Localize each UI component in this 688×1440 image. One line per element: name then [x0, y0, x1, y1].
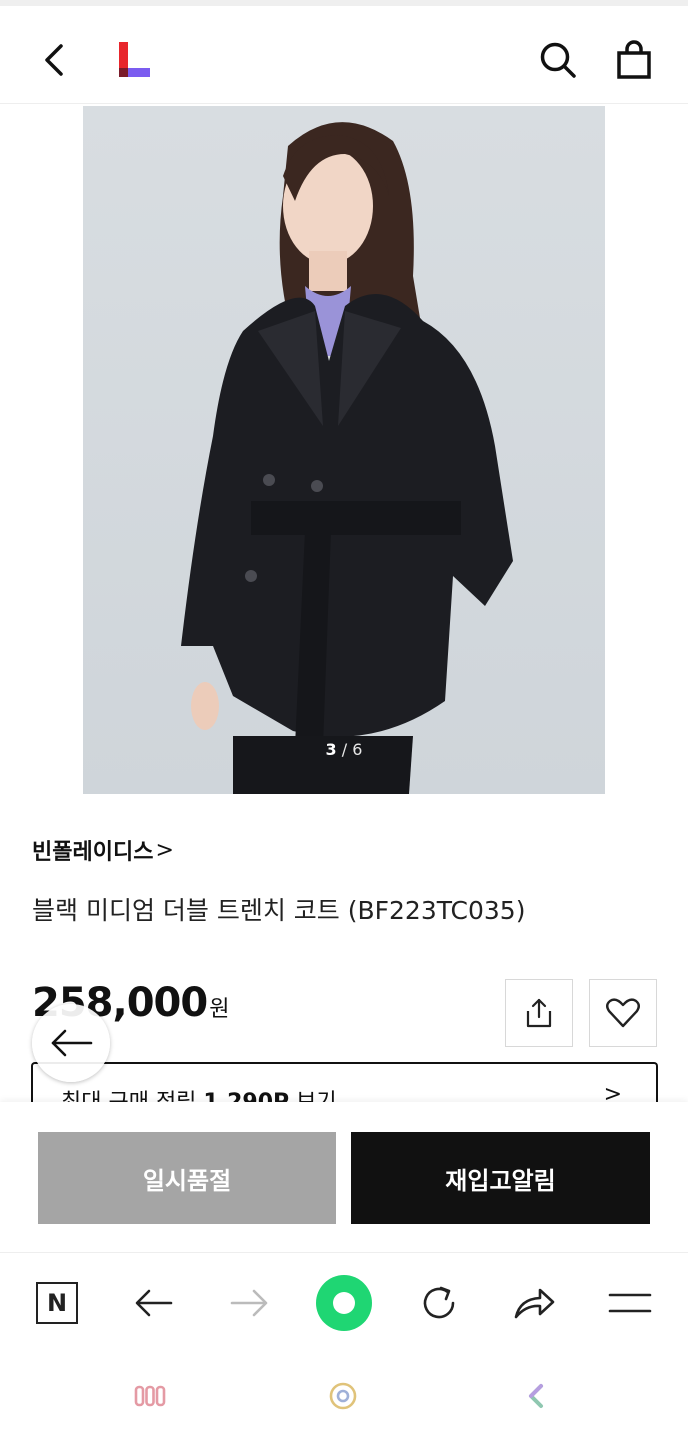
brand-logo[interactable] — [116, 40, 152, 80]
recent-apps-icon — [134, 1385, 166, 1407]
naver-green-dot-button[interactable] — [314, 1273, 374, 1333]
brand-name: 빈폴레이디스 — [32, 840, 154, 865]
chevron-right-icon: > — [155, 837, 174, 863]
wishlist-button[interactable] — [589, 979, 657, 1047]
home-button[interactable] — [321, 1374, 365, 1418]
image-counter: 3 / 6 — [0, 740, 688, 759]
shopping-bag-icon — [617, 40, 651, 79]
floating-back-button[interactable] — [32, 1004, 110, 1082]
browser-toolbar: N — [0, 1252, 688, 1352]
forward-share-icon — [514, 1288, 555, 1319]
home-circle-icon — [329, 1382, 357, 1410]
shopping-bag-button[interactable] — [610, 36, 658, 84]
arrow-right-icon — [230, 1289, 268, 1317]
system-back-button[interactable] — [514, 1374, 558, 1418]
browser-menu-button[interactable] — [600, 1273, 660, 1333]
product-title: 블랙 미디엄 더블 트렌치 코트 (BF223TC035) — [32, 896, 526, 925]
image-counter-total: 6 — [352, 740, 363, 759]
product-image-gallery[interactable]: 3 / 6 — [0, 104, 688, 794]
refresh-button[interactable] — [409, 1273, 469, 1333]
soldout-button[interactable]: 일시품절 — [38, 1132, 336, 1224]
search-icon — [540, 42, 576, 78]
model-trench-coat-illustration — [181, 122, 513, 794]
share-icon — [526, 998, 552, 1028]
logo-icon — [119, 42, 150, 77]
share-page-button[interactable] — [504, 1273, 564, 1333]
system-back-icon — [529, 1384, 543, 1408]
share-button[interactable] — [505, 979, 573, 1047]
heart-icon — [606, 998, 640, 1028]
price-unit: 원 — [209, 997, 230, 1022]
restock-alert-button[interactable]: 재입고알림 — [351, 1132, 650, 1224]
top-header — [0, 6, 688, 104]
purchase-action-panel: 일시품절 재입고알림 — [0, 1102, 688, 1252]
image-counter-separator: / — [336, 740, 353, 759]
naver-n-icon: N — [36, 1282, 78, 1324]
green-dot-icon — [316, 1275, 372, 1331]
refresh-icon — [423, 1286, 455, 1319]
browser-forward-button[interactable] — [219, 1273, 279, 1333]
image-counter-current: 3 — [325, 740, 337, 759]
brand-link[interactable]: 빈폴레이디스 > — [32, 834, 174, 866]
arrow-left-icon — [51, 1029, 93, 1057]
chevron-left-icon — [45, 44, 63, 76]
recent-apps-button[interactable] — [128, 1374, 172, 1418]
back-button[interactable] — [30, 36, 78, 84]
product-image[interactable] — [83, 106, 605, 794]
browser-back-button[interactable] — [124, 1273, 184, 1333]
naver-home-button[interactable]: N — [27, 1273, 87, 1333]
system-navigation-bar — [0, 1352, 688, 1440]
hamburger-menu-icon — [608, 1293, 652, 1313]
arrow-left-icon — [135, 1289, 173, 1317]
search-button[interactable] — [534, 36, 582, 84]
